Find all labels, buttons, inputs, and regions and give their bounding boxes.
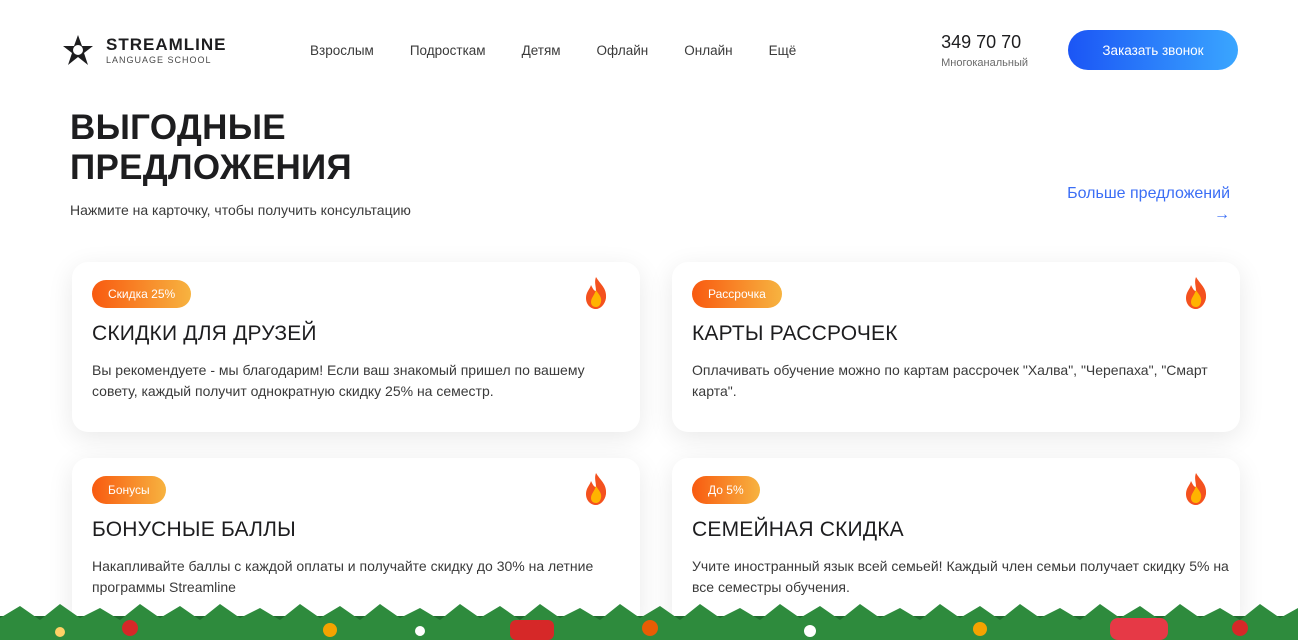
garland-decoration — [0, 604, 1298, 640]
offer-description: Накапливайте баллы с каждой оплаты и пол… — [92, 558, 594, 595]
fire-icon — [1186, 277, 1207, 309]
nav-item-offline[interactable]: Офлайн — [597, 43, 649, 58]
offer-description: Учите иностранный язык всей семьей! Кажд… — [692, 558, 1229, 595]
offer-badge: Бонусы — [92, 476, 166, 504]
arrow-right-icon: → — [1214, 205, 1230, 223]
more-offers-label: Больше предложений — [1067, 185, 1230, 202]
offer-description: Вы рекомендуете - мы благодарим! Если ва… — [92, 362, 585, 399]
nav-item-online[interactable]: Онлайн — [684, 43, 732, 58]
offer-badge: Скидка 25% — [92, 280, 192, 308]
logo-tagline: LANGUAGE SCHOOL — [106, 54, 212, 65]
fire-icon — [586, 473, 607, 505]
offer-badge: До 5% — [692, 476, 760, 504]
nav-item-teens[interactable]: Подросткам — [410, 43, 486, 58]
phone-caption: Многоканальный — [941, 56, 1028, 69]
section-title: ВЫГОДНЫЕ ПРЕДЛОЖЕНИЯ — [70, 108, 352, 187]
offer-badge: Рассрочка — [692, 280, 782, 308]
phone-block: 349 70 70 Многоканальный — [941, 32, 1028, 69]
logo-title: STREAMLINE — [106, 34, 227, 54]
nav-item-adults[interactable]: Взрослым — [310, 43, 374, 58]
more-offers-link[interactable]: Больше предложений → — [1067, 184, 1230, 226]
page: STREAMLINE LANGUAGE SCHOOL Взрослым Подр… — [0, 0, 1298, 640]
order-call-button[interactable]: Заказать звонок — [1068, 30, 1238, 70]
fire-icon — [1186, 473, 1207, 505]
offer-description: Оплачивать обучение можно по картам расс… — [692, 362, 1208, 399]
offer-title: СЕМЕЙНАЯ СКИДКА — [692, 518, 904, 541]
offer-title: СКИДКИ ДЛЯ ДРУЗЕЙ — [92, 322, 317, 345]
offer-card-installments[interactable]: Рассрочка КАРТЫ РАССРОЧЕК Оплачивать обу… — [672, 262, 1240, 432]
offers-section-header: ВЫГОДНЫЕ ПРЕДЛОЖЕНИЯ Нажмите на карточку… — [70, 108, 1240, 238]
streamline-logo-icon — [60, 32, 96, 68]
logo[interactable]: STREAMLINE LANGUAGE SCHOOL — [60, 32, 240, 68]
phone-number[interactable]: 349 70 70 — [941, 32, 1021, 53]
offer-card-friends[interactable]: Скидка 25% СКИДКИ ДЛЯ ДРУЗЕЙ Вы рекоменд… — [72, 262, 640, 432]
main-nav: Взрослым Подросткам Детям Офлайн Онлайн … — [310, 43, 796, 58]
offer-title: БОНУСНЫЕ БАЛЛЫ — [92, 518, 296, 541]
nav-item-kids[interactable]: Детям — [522, 43, 561, 58]
section-subtitle: Нажмите на карточку, чтобы получить конс… — [70, 202, 411, 218]
fire-icon — [586, 277, 607, 309]
site-header: STREAMLINE LANGUAGE SCHOOL Взрослым Подр… — [0, 0, 1298, 100]
nav-item-more[interactable]: Ещё — [769, 43, 797, 58]
offer-title: КАРТЫ РАССРОЧЕК — [692, 322, 898, 345]
